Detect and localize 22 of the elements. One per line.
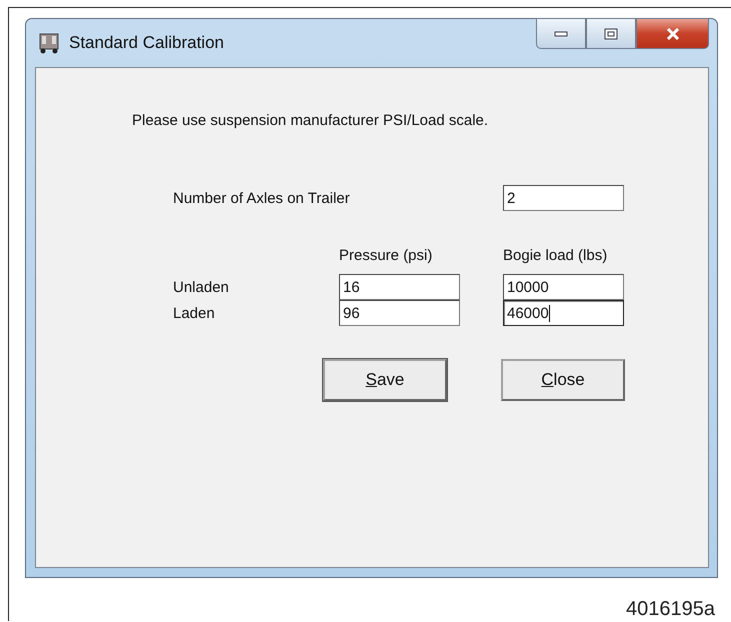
row-label: Unladen xyxy=(173,278,230,296)
trailer-icon xyxy=(39,32,59,54)
column-header: Pressure (psi) xyxy=(339,247,434,266)
maximize-button[interactable] xyxy=(586,18,636,49)
figure-number: 4016195a xyxy=(625,598,716,621)
instruction-text: Please use suspension manufacturer PSI/Load scale. xyxy=(132,112,490,129)
close-icon xyxy=(664,28,680,40)
input-field[interactable]: 10000 xyxy=(503,274,624,300)
input-field[interactable]: 2 xyxy=(503,185,624,211)
input-field[interactable]: 46000 xyxy=(503,300,624,326)
column-header: Bogie load (lbs) xyxy=(503,247,608,266)
minimize-icon xyxy=(554,30,568,36)
close-button[interactable]: Close xyxy=(501,359,625,401)
field-label: Number of Axles on Trailer xyxy=(173,190,351,206)
input-field[interactable]: 16 xyxy=(339,274,460,300)
input-field[interactable]: 96 xyxy=(339,300,460,326)
window-title: Standard Calibration xyxy=(69,33,224,53)
save-button[interactable]: Save xyxy=(323,359,447,401)
row-label: Laden xyxy=(173,304,216,322)
close-button[interactable] xyxy=(636,18,709,49)
minimize-button[interactable] xyxy=(536,18,586,49)
maximize-icon xyxy=(604,28,618,40)
